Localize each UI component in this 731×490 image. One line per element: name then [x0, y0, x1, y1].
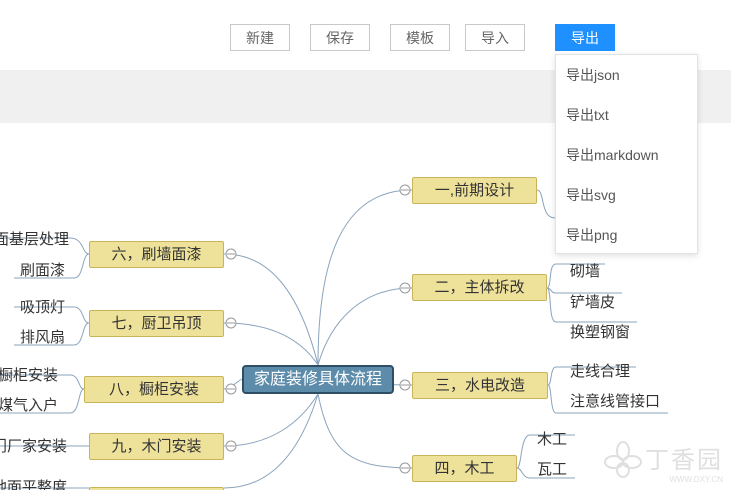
- branch-node-plumbing-electric[interactable]: 三，水电改造: [412, 372, 548, 399]
- leaf-node[interactable]: 吸顶灯: [20, 299, 65, 317]
- branch-node-wall-paint[interactable]: 六，刷墙面漆: [89, 241, 224, 268]
- leaf-node[interactable]: 注意线管接口: [570, 393, 660, 411]
- export-svg-item[interactable]: 导出svg: [566, 185, 616, 205]
- export-png-item[interactable]: 导出png: [566, 225, 617, 245]
- leaf-node[interactable]: 砌墙: [570, 263, 600, 281]
- leaf-node[interactable]: 走线合理: [570, 363, 630, 381]
- export-dropdown-menu: 导出json 导出txt 导出markdown 导出svg 导出png: [555, 54, 698, 254]
- import-button[interactable]: 导入: [465, 24, 525, 51]
- leaf-node[interactable]: 排风扇: [20, 329, 65, 347]
- flower-logo-icon: [604, 441, 642, 478]
- watermark-cn: 丁香园: [645, 447, 723, 474]
- export-button[interactable]: 导出: [555, 24, 615, 51]
- leaf-node[interactable]: 橱柜安装: [0, 367, 58, 385]
- branch-node-cabinet[interactable]: 八，橱柜安装: [84, 376, 224, 403]
- branch-node-demolition[interactable]: 二，主体拆改: [412, 274, 547, 301]
- leaf-node[interactable]: 瓦工: [537, 461, 567, 479]
- export-markdown-item[interactable]: 导出markdown: [566, 145, 659, 165]
- watermark-en: WWW.DXY.CN: [669, 475, 723, 484]
- leaf-node[interactable]: 煤气入户: [0, 397, 58, 415]
- branch-node-carpentry[interactable]: 四，木工: [412, 455, 517, 482]
- root-node[interactable]: 家庭装修具体流程: [242, 365, 394, 394]
- leaf-node[interactable]: 木工: [537, 431, 567, 449]
- watermark: 丁香园 WWW.DXY.CN: [604, 440, 723, 484]
- leaf-node[interactable]: 刷面漆: [20, 262, 65, 280]
- leaf-node[interactable]: 门厂家安装: [0, 438, 67, 456]
- new-button[interactable]: 新建: [230, 24, 290, 51]
- branch-node-ceiling[interactable]: 七，厨卫吊顶: [89, 310, 224, 337]
- leaf-node[interactable]: 面基层处理: [0, 231, 69, 249]
- leaf-node[interactable]: 换塑钢窗: [570, 324, 630, 342]
- save-button[interactable]: 保存: [310, 24, 370, 51]
- leaf-node[interactable]: 铲墙皮: [570, 294, 615, 312]
- branch-node-door[interactable]: 九，木门安装: [89, 433, 224, 460]
- template-button[interactable]: 模板: [390, 24, 450, 51]
- branch-node-design[interactable]: 一,前期设计: [412, 177, 537, 204]
- export-json-item[interactable]: 导出json: [566, 65, 620, 85]
- leaf-node[interactable]: 地面平整度: [0, 479, 67, 490]
- export-txt-item[interactable]: 导出txt: [566, 105, 609, 125]
